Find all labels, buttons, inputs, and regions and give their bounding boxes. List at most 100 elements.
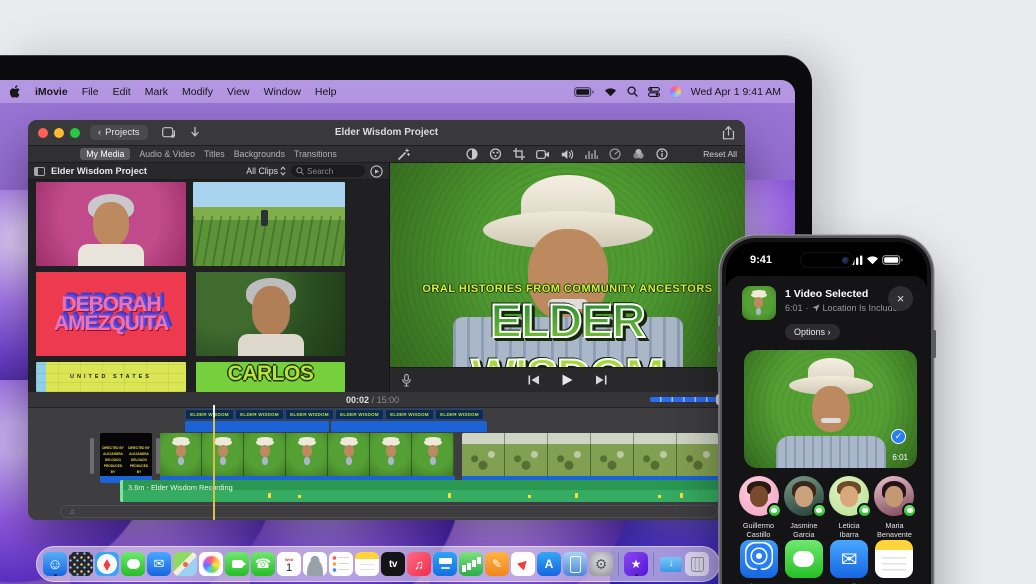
menu-edit[interactable]: Edit	[113, 86, 131, 98]
contact-leticia[interactable]: LeticiaIbarra	[827, 476, 872, 540]
timeline-video-clip-farm[interactable]	[462, 433, 718, 483]
share-mail[interactable]: ✉ Mail	[827, 540, 872, 584]
dock-iphone-mirroring-icon[interactable]	[563, 552, 587, 576]
dock-system-settings-icon[interactable]	[589, 552, 613, 576]
contact-jasmine[interactable]: JasmineGarcia	[781, 476, 826, 540]
contact-maria[interactable]: MariaBenavente	[872, 476, 917, 540]
timeline-video-clip-interview[interactable]	[160, 433, 455, 483]
dock-keynote-icon[interactable]	[433, 552, 457, 576]
zoom-window-button[interactable]	[70, 128, 80, 138]
info-icon[interactable]	[656, 148, 668, 160]
title-clip-badge[interactable]: ELDER WISDOM	[435, 409, 484, 420]
background-music-track[interactable]: ♫	[60, 505, 718, 518]
next-frame-button[interactable]	[595, 375, 607, 385]
control-center-icon[interactable]	[648, 87, 660, 97]
menu-file[interactable]: File	[82, 86, 99, 98]
stabilization-icon[interactable]	[536, 149, 550, 160]
spotlight-icon[interactable]	[627, 86, 638, 97]
dock-reminders-icon[interactable]	[329, 552, 353, 576]
title-clip-badge[interactable]: ELDER WISDOM	[235, 409, 284, 420]
dock-notes-icon[interactable]	[355, 552, 379, 576]
timeline-zoom-slider[interactable]	[650, 398, 720, 401]
play-button[interactable]	[562, 374, 573, 386]
playhead[interactable]	[213, 405, 215, 520]
dock-finder-icon[interactable]	[43, 552, 67, 576]
share-airdrop[interactable]: AirDrop	[736, 540, 781, 584]
dock-imovie-icon[interactable]	[624, 552, 648, 576]
close-share-sheet-button[interactable]: ×	[888, 286, 913, 311]
filters-icon[interactable]	[632, 148, 645, 160]
share-options-button[interactable]: Options ›	[785, 324, 840, 340]
dock-tv-icon[interactable]: tv	[381, 552, 405, 576]
dock-phone-icon[interactable]	[251, 552, 275, 576]
clip-title-carlos[interactable]: CARLOS	[196, 362, 345, 392]
video-preview-card[interactable]: ✓ 6:01	[744, 350, 917, 468]
close-window-button[interactable]	[38, 128, 48, 138]
volume-icon[interactable]	[561, 149, 574, 160]
dock-contacts-icon[interactable]	[303, 552, 327, 576]
timeline-credits-clip[interactable]: DIRECTED BYALEJANDRA DELGADO PRODUCED BY…	[100, 433, 152, 483]
dock-mail-icon[interactable]	[147, 552, 171, 576]
contact-guillermo[interactable]: GuillermoCastillo	[736, 476, 781, 540]
dock-maps-icon[interactable]	[173, 552, 197, 576]
tab-transitions[interactable]: Transitions	[294, 149, 337, 159]
noise-reduction-icon[interactable]	[585, 149, 598, 160]
menu-clock[interactable]: Wed Apr 1 9:41 AM	[691, 86, 781, 98]
previous-frame-button[interactable]	[528, 375, 540, 385]
battery-icon[interactable]	[574, 87, 594, 97]
enhance-wand-icon[interactable]	[397, 148, 410, 161]
title-clip-bar-2[interactable]	[331, 421, 487, 432]
share-icon[interactable]	[722, 126, 735, 140]
timeline[interactable]: ELDER WISDOM ELDER WISDOM ELDER WISDOM E…	[28, 408, 745, 520]
menu-window[interactable]: Window	[264, 86, 301, 98]
crop-icon[interactable]	[513, 148, 525, 160]
minimize-window-button[interactable]	[54, 128, 64, 138]
viewer-preview[interactable]: ORAL HISTORIES FROM COMMUNITY ANCESTORS …	[390, 163, 745, 367]
color-balance-icon[interactable]	[466, 148, 478, 160]
clip-elder-woman-foliage[interactable]	[196, 272, 345, 356]
clip-farm-field[interactable]	[193, 182, 345, 266]
title-clip-badge[interactable]: ELDER WISDOM	[285, 409, 334, 420]
dock-downloads-icon[interactable]	[659, 552, 683, 576]
dock-music-icon[interactable]	[407, 552, 431, 576]
clip-elder-woman-pink[interactable]	[36, 182, 186, 266]
clip-filter-dropdown[interactable]: All Clips	[246, 166, 286, 176]
dock-trash-icon[interactable]	[685, 552, 709, 576]
tab-my-media[interactable]: My Media	[80, 148, 130, 160]
dock-launchpad-icon[interactable]	[69, 552, 93, 576]
title-clip-bar-1[interactable]	[185, 421, 329, 432]
dock-pages-icon[interactable]	[485, 552, 509, 576]
siri-icon[interactable]	[670, 86, 681, 97]
dock-calendar-icon[interactable]: Wed 1	[277, 552, 301, 576]
menu-help[interactable]: Help	[315, 86, 337, 98]
sidebar-toggle-icon[interactable]	[34, 167, 45, 176]
media-browser-icon[interactable]	[162, 127, 176, 139]
clip-title-deborah[interactable]: DEBORAH AMÉZQUITA	[36, 272, 186, 356]
color-correction-icon[interactable]	[489, 148, 502, 160]
search-input[interactable]: Search	[291, 165, 365, 177]
menu-modify[interactable]: Modify	[182, 86, 213, 98]
tab-audio-video[interactable]: Audio & Video	[139, 149, 195, 159]
menu-mark[interactable]: Mark	[145, 86, 168, 98]
menu-view[interactable]: View	[227, 86, 250, 98]
dock-facetime-icon[interactable]	[225, 552, 249, 576]
back-to-projects-button[interactable]: ‹ Projects	[90, 125, 148, 140]
title-clip-badge[interactable]: ELDER WISDOM	[185, 409, 234, 420]
title-clip-badge[interactable]: ELDER WISDOM	[335, 409, 384, 420]
clip-trim-handle-left[interactable]	[90, 438, 94, 474]
dock-games-rocket-icon[interactable]	[511, 552, 535, 576]
share-notes[interactable]: Notes	[872, 540, 917, 584]
title-clip-badge[interactable]: ELDER WISDOM	[385, 409, 434, 420]
import-media-icon[interactable]	[190, 127, 200, 139]
dock-safari-icon[interactable]	[95, 552, 119, 576]
clip-us-map[interactable]: UNITED STATES	[36, 362, 186, 392]
speed-icon[interactable]	[609, 148, 621, 160]
apple-menu-icon[interactable]	[10, 85, 21, 98]
menu-imovie[interactable]: iMovie	[35, 86, 68, 98]
tab-titles[interactable]: Titles	[204, 149, 225, 159]
dock-messages-icon[interactable]	[121, 552, 145, 576]
tab-backgrounds[interactable]: Backgrounds	[234, 149, 285, 159]
filmstrip-play-icon[interactable]	[370, 165, 383, 178]
wifi-icon[interactable]	[604, 87, 617, 97]
share-messages[interactable]: Messages	[781, 540, 826, 584]
